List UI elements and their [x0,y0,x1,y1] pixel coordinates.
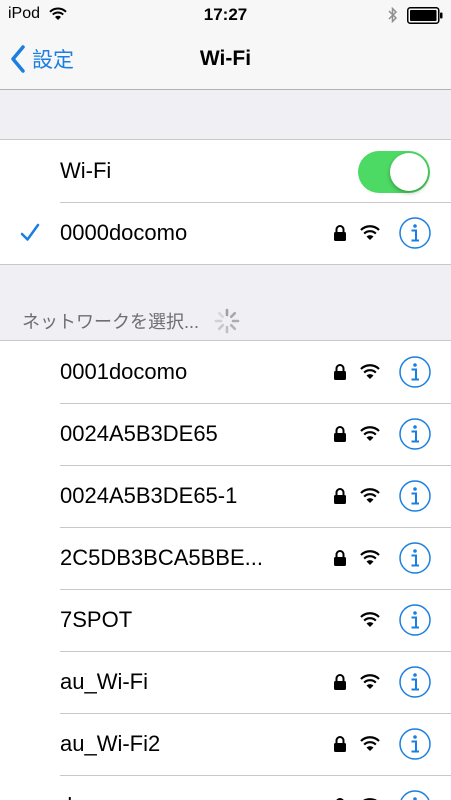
wifi-strength-icon [360,488,380,503]
info-icon[interactable] [398,216,432,250]
network-name: d [60,793,72,800]
lock-icon [334,364,346,380]
wifi-strength-icon [360,736,380,751]
wifi-toggle-switch[interactable] [358,151,430,193]
loading-spinner-icon [214,308,240,334]
info-icon[interactable] [398,417,432,451]
network-name: au_Wi-Fi2 [60,731,161,756]
status-time: 17:27 [203,5,248,24]
wifi-strength-icon [360,550,380,565]
info-icon[interactable] [398,479,432,513]
network-row[interactable]: 7SPOT [0,589,451,651]
network-row[interactable]: 0024A5B3DE65-1 [0,465,451,527]
connected-network-row[interactable]: 0000docomo [0,202,451,264]
wifi-strength-icon [360,225,380,240]
status-bar: iPod 17:27 [0,0,451,30]
status-right [387,6,443,24]
wifi-strength-icon [360,364,380,379]
wifi-strength-icon [360,426,380,441]
battery-icon [407,6,443,24]
network-row[interactable]: au_Wi-Fi2 [0,713,451,775]
page-title: Wi-Fi [199,47,252,70]
network-row[interactable]: 2C5DB3BCA5BBE... [0,527,451,589]
network-name: 0024A5B3DE65-1 [60,483,238,508]
bluetooth-icon [388,6,398,24]
lock-icon [334,488,346,504]
network-name: 0001docomo [60,359,188,384]
wifi-toggle-label: Wi-Fi [60,158,112,183]
network-name: 7SPOT [60,607,133,632]
lock-icon [334,736,346,752]
lock-icon [334,550,346,566]
lock-icon [334,225,346,241]
network-name: 0024A5B3DE65 [60,421,218,446]
navigation-bar: 設定 Wi-Fi [0,30,451,90]
network-section-header: ネットワークを選択... [22,307,241,335]
wifi-strength-icon [360,612,380,627]
info-icon[interactable] [398,541,432,575]
network-row[interactable]: d [0,775,451,800]
network-row[interactable]: au_Wi-Fi [0,651,451,713]
section-header-label: ネットワークを選択... [22,312,200,332]
info-icon[interactable] [398,665,432,699]
settings-screen: iPod 17:27 設定 Wi-Fi Wi-Fi 0000docomo ネット… [0,0,451,800]
wifi-strength-icon [360,674,380,689]
checkmark-icon [20,223,40,241]
info-icon[interactable] [398,789,432,800]
network-row[interactable]: 0001docomo [0,341,451,403]
info-icon[interactable] [398,603,432,637]
wifi-toggle-row: Wi-Fi [0,140,451,202]
info-icon[interactable] [398,727,432,761]
network-name: 2C5DB3BCA5BBE... [60,545,263,570]
info-icon[interactable] [398,355,432,389]
network-list: 0001docomo 0024A5B3DE65 0024A5B3DE65-1 2… [0,340,451,800]
network-name: au_Wi-Fi [60,669,149,694]
network-row[interactable]: 0024A5B3DE65 [0,403,451,465]
wifi-settings-group: Wi-Fi 0000docomo [0,139,451,265]
network-name: 0000docomo [60,220,188,245]
lock-icon [334,426,346,442]
toggle-knob [390,153,428,191]
lock-icon [334,674,346,690]
